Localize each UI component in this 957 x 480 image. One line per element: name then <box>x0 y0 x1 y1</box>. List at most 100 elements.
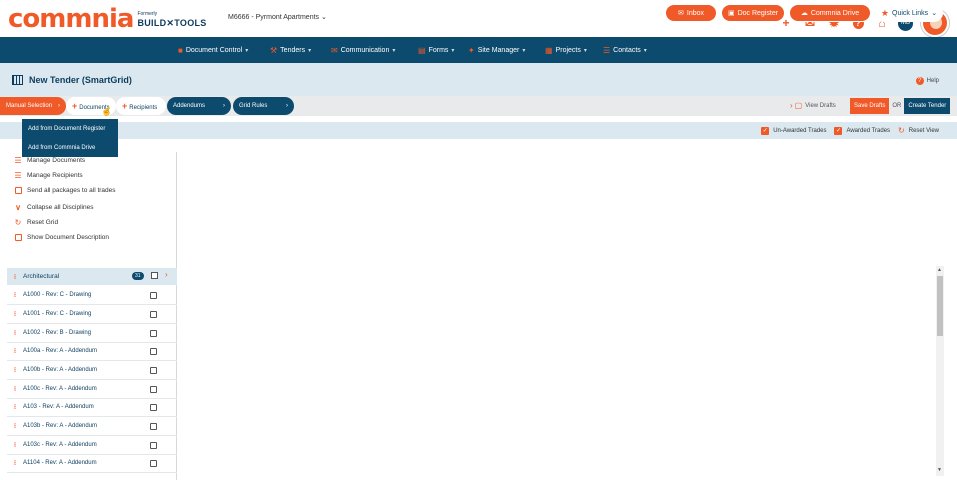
table-row[interactable]: ⁝ A103c - Rev: A - Addendum <box>7 436 177 455</box>
row-checkbox[interactable] <box>150 442 157 449</box>
show-document-description[interactable]: Show Document Description <box>14 231 109 243</box>
contacts-icon: ☰ <box>603 45 611 55</box>
nav-label: Projects <box>555 46 581 54</box>
chevron-down-icon: ∨ <box>15 202 21 212</box>
step-label: Addendums <box>173 103 206 109</box>
unawarded-checkbox[interactable]: ✓ <box>761 126 770 135</box>
collapse-disciplines[interactable]: ∨ Collapse all Disciplines <box>14 201 93 213</box>
plus-icon: + <box>72 101 78 111</box>
row-checkbox[interactable] <box>150 367 157 374</box>
menu-label: Show Document Description <box>27 233 110 241</box>
group-architectural[interactable]: ⁝ Architectural 31 › <box>7 268 177 285</box>
row-checkbox[interactable] <box>150 292 157 299</box>
nav-label: Document Control <box>185 46 243 54</box>
scroll-down-icon[interactable]: ▼ <box>937 467 942 473</box>
row-checkbox[interactable] <box>150 348 157 355</box>
table-row[interactable]: ⁝ A100c - Rev: A - Addendum <box>7 380 177 399</box>
mail-icon: ✉ <box>331 45 338 55</box>
grid-icon <box>12 75 23 85</box>
menu-icon: ☰ <box>14 170 22 180</box>
save-drafts-wrap: Save Drafts OR Create Tender <box>850 97 951 114</box>
inbox-button[interactable]: ✉ Inbox <box>665 4 717 22</box>
chevron-down-icon: ⌄ <box>931 10 938 17</box>
quick-links-label: Quick Links <box>892 9 929 17</box>
doc-label: A1002 - Rev: B - Drawing <box>23 329 92 336</box>
send-all-packages[interactable]: Send all packages to all trades <box>14 184 116 196</box>
drag-handle-icon[interactable]: ⁝ <box>7 422 23 430</box>
step-manual-selection[interactable]: Manual Selection › <box>0 97 66 115</box>
drag-handle-icon[interactable]: ⁝ <box>7 310 23 318</box>
reset-icon[interactable]: ↻ <box>898 126 905 135</box>
nav-site-manager[interactable]: ✦ Site Manager ▾ <box>468 37 525 63</box>
checkbox-icon <box>14 186 22 194</box>
scrollbar-thumb[interactable] <box>937 276 943 336</box>
step-addendums[interactable]: Addendums › <box>167 97 231 115</box>
drag-handle-icon[interactable]: ⁝ <box>7 385 23 393</box>
step-label: Recipients <box>129 105 158 111</box>
reset-icon: ↻ <box>14 217 22 227</box>
doc-label: A100b - Rev: A - Addendum <box>23 366 98 373</box>
awarded-label: Awarded Trades <box>846 127 891 134</box>
table-row[interactable]: ⁝ A1002 - Rev: B - Drawing <box>7 324 177 343</box>
drag-handle-icon[interactable]: ⁝ <box>7 441 23 449</box>
help-link[interactable]: ? Help <box>915 77 939 85</box>
group-count-badge: 31 <box>132 272 144 280</box>
nav-projects[interactable]: ▦ Projects ▾ <box>545 37 587 63</box>
row-checkbox[interactable] <box>150 460 157 467</box>
doc-register-button[interactable]: ▣ Doc Register <box>721 4 785 22</box>
manage-documents[interactable]: ☰ Manage Documents <box>14 154 85 166</box>
drag-handle-icon[interactable]: ⁝ <box>7 273 23 281</box>
nav-communication[interactable]: ✉ Communication ▾ <box>331 37 395 63</box>
nav-label: Forms <box>428 46 449 54</box>
row-checkbox[interactable] <box>150 311 157 318</box>
nav-forms[interactable]: ▤ Forms ▾ <box>418 37 454 63</box>
reset-grid[interactable]: ↻ Reset Grid <box>14 216 58 228</box>
dropdown-item-register[interactable]: Add from Document Register <box>22 119 118 138</box>
table-row[interactable]: ⁝ A1000 - Rev: C - Drawing <box>7 286 177 305</box>
step-recipients[interactable]: + Recipients <box>116 97 166 115</box>
table-row[interactable]: ⁝ A1001 - Rev: C - Drawing <box>7 305 177 324</box>
chevron-down-icon: ⌄ <box>321 14 327 21</box>
table-row[interactable]: ⁝ A100a - Rev: A - Addendum <box>7 342 177 361</box>
doc-label: A103c - Rev: A - Addendum <box>23 441 97 448</box>
chevron-right-icon: › <box>223 103 225 109</box>
nav-contacts[interactable]: ☰ Contacts ▾ <box>603 37 647 63</box>
drag-handle-icon[interactable]: ⁝ <box>7 366 23 374</box>
step-grid-rules[interactable]: Grid Rules › <box>233 97 294 115</box>
table-row[interactable]: ⁝ A1104 - Rev: A - Addendum <box>7 454 177 473</box>
scroll-up-icon[interactable]: ▲ <box>937 267 942 273</box>
row-checkbox[interactable] <box>150 330 157 337</box>
table-row[interactable]: ⁝ A100b - Rev: A - Addendum <box>7 361 177 380</box>
commnia-drive-button[interactable]: ☁ Commnia Drive <box>789 4 871 22</box>
drag-handle-icon[interactable]: ⁝ <box>7 403 23 411</box>
drag-handle-icon[interactable]: ⁝ <box>7 329 23 337</box>
awarded-checkbox[interactable]: ✓ <box>834 126 843 135</box>
project-selector[interactable]: M6666 - Pyrmont Apartments ⌄ <box>228 13 327 22</box>
inbox-label: Inbox <box>686 9 704 17</box>
quick-links-button[interactable]: ★ Quick Links ⌄ <box>875 4 943 22</box>
create-tender-button[interactable]: Create Tender <box>904 97 951 114</box>
drag-handle-icon[interactable]: ⁝ <box>7 459 23 467</box>
chevron-down-icon: ▾ <box>522 47 526 54</box>
reset-view-link[interactable]: Reset View <box>909 128 939 134</box>
chevron-down-icon: ▾ <box>451 47 455 54</box>
commnia-logo[interactable]: commnia Formerly BUILD✕TOOLS <box>8 6 207 32</box>
menu-label: Send all packages to all trades <box>27 186 116 194</box>
menu-icon: ☰ <box>14 155 22 165</box>
drag-handle-icon[interactable]: ⁝ <box>7 347 23 355</box>
group-checkbox[interactable] <box>151 272 158 279</box>
row-checkbox[interactable] <box>150 423 157 430</box>
menu-label: Reset Grid <box>27 218 59 226</box>
manage-recipients[interactable]: ☰ Manage Recipients <box>14 169 82 181</box>
row-checkbox[interactable] <box>150 386 157 393</box>
nav-tenders[interactable]: ⚒ Tenders ▾ <box>270 37 311 63</box>
chevron-right-icon[interactable]: › <box>165 270 168 279</box>
save-drafts-button[interactable]: Save Drafts <box>850 97 890 114</box>
table-row[interactable]: ⁝ A103b - Rev: A - Addendum <box>7 417 177 436</box>
table-row[interactable]: ⁝ A103 - Rev: A - Addendum <box>7 398 177 417</box>
drag-handle-icon[interactable]: ⁝ <box>7 291 23 299</box>
row-checkbox[interactable] <box>150 404 157 411</box>
view-drafts-link[interactable]: › ▢ View Drafts <box>790 97 836 114</box>
nav-document-control[interactable]: ■ Document Control ▾ <box>178 37 248 63</box>
logo-text: commnia <box>8 4 134 34</box>
